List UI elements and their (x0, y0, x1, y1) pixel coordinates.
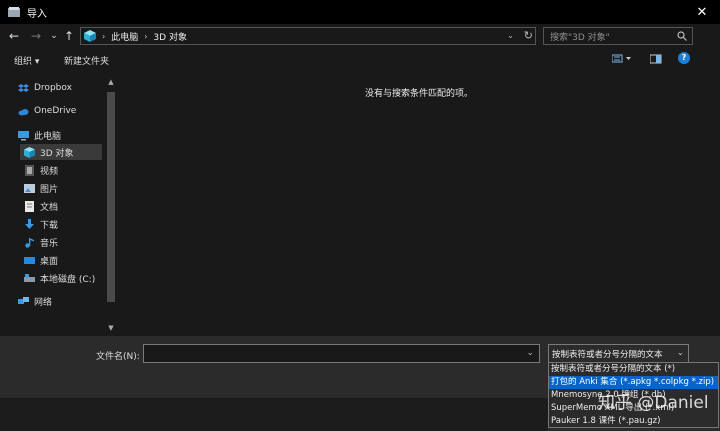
sidebar-item-music[interactable]: 音乐 (24, 234, 58, 250)
sidebar-item-this-pc[interactable]: 此电脑 (18, 127, 61, 143)
sidebar-item-videos[interactable]: 视频 (24, 162, 58, 178)
sidebar-item-pictures[interactable]: 图片 (24, 180, 58, 196)
chevron-down-icon: ⌄ (50, 31, 58, 41)
title-bar: 导入 ✕ (0, 0, 720, 24)
sidebar-item-documents[interactable]: 文档 (24, 198, 58, 214)
dropbox-icon (18, 83, 29, 92)
sidebar-item-label: 本地磁盘 (C:) (40, 274, 96, 285)
network-icon (18, 296, 29, 304)
download-icon (25, 218, 34, 229)
import-window-icon (8, 7, 20, 17)
drive-icon (24, 273, 35, 282)
video-icon (25, 164, 34, 176)
music-icon (25, 237, 34, 248)
back-arrow-icon: ← (8, 29, 20, 43)
preview-pane-icon[interactable] (650, 52, 662, 66)
file-type-option[interactable]: Pauker 1.8 课件 (*.pau.gz) (549, 415, 718, 428)
search-icon (677, 31, 687, 41)
sidebar-item-network[interactable]: 网络 (18, 293, 52, 309)
search-placeholder: 搜索"3D 对象" (550, 32, 610, 43)
cloud-icon (18, 108, 29, 115)
navigation-pane: Dropbox OneDrive 此电脑 3D 对象 视频 图片 文档 下载 音… (0, 74, 118, 336)
breadcrumb-separator: › (144, 31, 148, 41)
desktop-icon (24, 256, 35, 264)
file-type-select[interactable]: 按制表符或者分号分隔的文本 ⌄ (548, 344, 689, 363)
cube-icon (84, 30, 96, 42)
document-icon (25, 200, 34, 212)
recent-locations-button[interactable]: ⌄ (46, 28, 62, 44)
chevron-down-icon: ⌄ (676, 348, 684, 358)
computer-icon (18, 130, 29, 140)
chevron-down-icon[interactable]: ⌄ (526, 348, 534, 358)
empty-results-message: 没有与搜索条件匹配的项。 (364, 89, 473, 99)
forward-arrow-icon: → (30, 29, 42, 43)
address-history-chevron-icon[interactable]: ⌄ (507, 31, 514, 40)
scroll-up-icon[interactable]: ▲ (106, 78, 116, 88)
dialog-footer (0, 398, 548, 431)
sidebar-item-label: 下载 (40, 220, 59, 231)
file-type-option[interactable]: 按制表符或者分号分隔的文本 (*) (549, 363, 718, 376)
close-icon: ✕ (696, 4, 708, 20)
sidebar-item-label: 文档 (40, 202, 59, 213)
forward-button[interactable]: → (28, 28, 44, 44)
breadcrumb-separator: › (102, 31, 106, 41)
sidebar-item-label: 图片 (40, 184, 59, 195)
back-button[interactable]: ← (6, 28, 22, 44)
sidebar-item-label: 视频 (40, 166, 59, 177)
refresh-icon[interactable]: ↻ (524, 29, 533, 42)
help-button[interactable]: ? (678, 52, 690, 64)
picture-icon (24, 183, 35, 193)
sidebar-item-label: 此电脑 (34, 131, 62, 142)
command-bar: 组织 ▾ 新建文件夹 ? (0, 48, 720, 72)
sidebar-item-downloads[interactable]: 下载 (24, 216, 58, 232)
sidebar-item-label: 3D 对象 (40, 148, 74, 159)
search-input[interactable]: 搜索"3D 对象" (543, 27, 693, 45)
sidebar-item-desktop[interactable]: 桌面 (24, 252, 58, 268)
organize-button[interactable]: 组织 ▾ (14, 54, 39, 67)
sidebar-item-dropbox[interactable]: Dropbox (18, 80, 72, 96)
breadcrumb-this-pc[interactable]: 此电脑 (111, 30, 138, 43)
address-bar[interactable]: › 此电脑 › 3D 对象 ⌄ ↻ (80, 27, 536, 45)
sidebar-item-label: 桌面 (40, 256, 59, 267)
navigation-bar: ← → ⌄ ↑ › 此电脑 › 3D 对象 ⌄ ↻ 搜索"3D 对象" (0, 24, 720, 48)
up-arrow-icon: ↑ (63, 29, 75, 43)
window-title: 导入 (27, 8, 47, 20)
file-name-label: 文件名(N): (96, 352, 140, 362)
scroll-down-icon[interactable]: ▼ (106, 324, 116, 334)
up-button[interactable]: ↑ (61, 28, 77, 44)
new-folder-button[interactable]: 新建文件夹 (64, 54, 109, 67)
close-button[interactable]: ✕ (684, 0, 720, 24)
file-list-pane[interactable]: 没有与搜索条件匹配的项。 (118, 74, 720, 336)
breadcrumb-3d-objects[interactable]: 3D 对象 (153, 30, 187, 43)
sidebar-item-label: Dropbox (34, 83, 72, 93)
watermark: 知乎 @Daniel (598, 393, 709, 413)
file-type-selected: 按制表符或者分号分隔的文本 (552, 349, 663, 360)
cube-icon (24, 146, 35, 158)
help-icon: ? (681, 53, 687, 62)
sidebar-item-label: 网络 (34, 297, 53, 308)
sidebar-item-3d-objects[interactable]: 3D 对象 (20, 144, 102, 160)
file-name-input[interactable]: ⌄ (143, 344, 540, 363)
sidebar-item-label: OneDrive (34, 106, 77, 116)
view-options-icon[interactable] (612, 52, 632, 66)
sidebar-scroll-thumb[interactable] (107, 92, 115, 302)
sidebar-item-label: 音乐 (40, 238, 59, 249)
sidebar-item-local-disk[interactable]: 本地磁盘 (C:) (24, 270, 95, 286)
sidebar-item-onedrive[interactable]: OneDrive (18, 103, 76, 119)
